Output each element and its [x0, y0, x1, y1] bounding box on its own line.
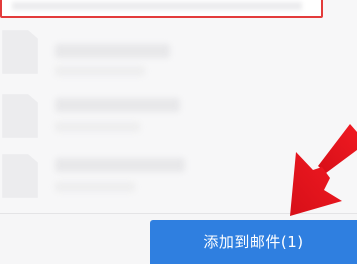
file-icon: [2, 30, 38, 74]
selected-file-name: [12, 2, 302, 10]
file-name: [55, 158, 185, 172]
file-row[interactable]: [0, 84, 357, 142]
file-name: [55, 98, 180, 112]
add-to-mail-button[interactable]: 添加到邮件(1): [150, 220, 357, 264]
file-name: [55, 44, 170, 58]
file-row[interactable]: [0, 146, 357, 204]
file-row[interactable]: [0, 22, 357, 80]
selected-file-row[interactable]: [0, 0, 323, 18]
file-icon: [2, 154, 38, 198]
file-meta: [55, 122, 140, 132]
file-meta: [55, 66, 145, 76]
file-icon: [2, 94, 38, 138]
file-list: [0, 0, 357, 214]
file-meta: [55, 182, 135, 192]
